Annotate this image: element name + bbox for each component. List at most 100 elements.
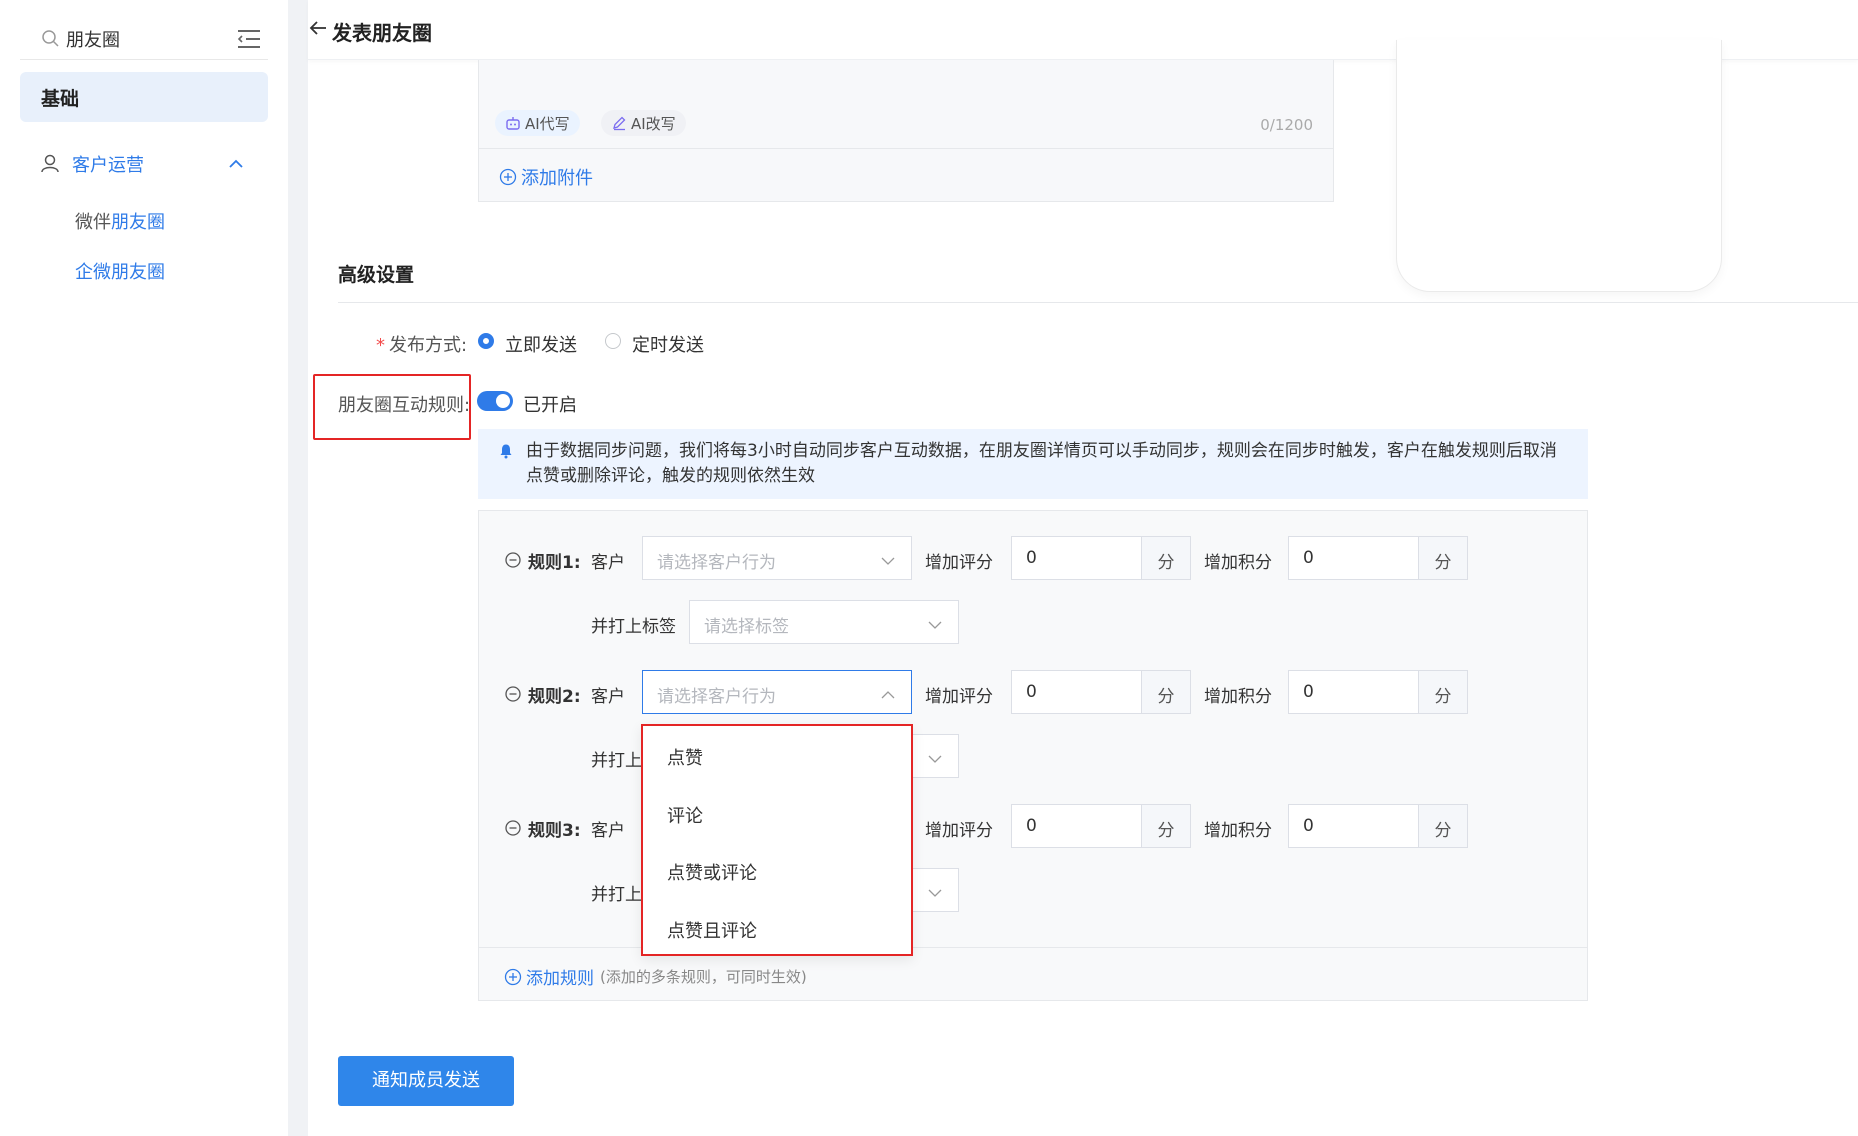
dropdown-option-like[interactable]: 点赞 <box>667 744 703 770</box>
score-value[interactable]: 0 <box>1012 537 1142 579</box>
nav-basic[interactable]: 基础 <box>20 72 268 122</box>
rule-3-tag-label: 并打上 <box>591 885 642 905</box>
plus-circle-icon <box>504 968 522 985</box>
radio-scheduled[interactable] <box>605 333 621 349</box>
sidebar-divider <box>288 0 308 1136</box>
behavior-placeholder: 请选择客户行为 <box>657 553 776 573</box>
rule-2-customer-word: 客户 <box>591 687 625 707</box>
add-rule-label: 添加规则 <box>526 969 594 989</box>
publish-mode-text: 发布方式: <box>389 335 468 356</box>
add-rule-hint: (添加的多条规则，可同时生效) <box>600 968 807 986</box>
dropdown-option-like-or-comment[interactable]: 点赞或评论 <box>667 859 757 885</box>
nav-item-highlight: 朋友圈 <box>111 212 165 233</box>
menu-collapse-icon[interactable] <box>236 27 262 51</box>
rule-2-title: 规则2: <box>528 687 581 707</box>
toggle-status: 已开启 <box>523 395 577 416</box>
editor-divider <box>479 148 1333 149</box>
remove-rule-3-icon[interactable] <box>505 820 521 836</box>
points-value[interactable]: 0 <box>1289 537 1419 579</box>
score-value[interactable]: 0 <box>1012 671 1142 713</box>
phone-preview <box>1396 40 1722 292</box>
required-mark: * <box>376 335 385 356</box>
notify-members-send-button[interactable]: 通知成员发送 <box>338 1056 514 1106</box>
rule-1-score-input[interactable]: 0分 <box>1011 536 1191 580</box>
rule-3-score-input[interactable]: 0分 <box>1011 804 1191 848</box>
interaction-rules-toggle[interactable] <box>477 391 513 411</box>
section-divider <box>338 302 1858 303</box>
toggle-knob <box>496 394 510 408</box>
points-value[interactable]: 0 <box>1289 805 1419 847</box>
chevron-down-icon <box>881 553 895 567</box>
user-icon <box>40 153 62 175</box>
rule-1-tag-label: 并打上标签 <box>591 617 676 637</box>
nav-item-prefix: 微伴 <box>75 212 111 233</box>
rule-2-score-input[interactable]: 0分 <box>1011 670 1191 714</box>
interaction-rules-label: 朋友圈互动规则: <box>338 395 471 416</box>
rule-1-score-label: 增加评分 <box>925 553 993 573</box>
chevron-down-icon <box>928 885 942 899</box>
rule-2-behavior-select[interactable]: 请选择客户行为 <box>642 670 912 714</box>
rule-1-customer-word: 客户 <box>591 553 625 573</box>
rule-2-points-input[interactable]: 0分 <box>1288 670 1468 714</box>
dropdown-option-like-and-comment[interactable]: 点赞且评论 <box>667 917 757 943</box>
ai-rewrite-label: AI改写 <box>631 114 676 133</box>
rule-2-points-label: 增加积分 <box>1204 687 1272 707</box>
chevron-up-icon[interactable] <box>226 154 246 174</box>
points-value[interactable]: 0 <box>1289 671 1419 713</box>
rule-2-score-label: 增加评分 <box>925 687 993 707</box>
score-unit: 分 <box>1142 671 1190 713</box>
add-attachment-button[interactable]: 添加附件 <box>499 164 593 190</box>
chevron-up-icon <box>881 687 895 701</box>
rule-1-points-label: 增加积分 <box>1204 553 1272 573</box>
score-unit: 分 <box>1142 805 1190 847</box>
remove-rule-2-icon[interactable] <box>505 686 521 702</box>
add-rule-button[interactable]: 添加规则 (添加的多条规则，可同时生效) <box>504 964 807 989</box>
nav-group-label: 客户运营 <box>72 155 144 176</box>
rule-1-behavior-select[interactable]: 请选择客户行为 <box>642 536 912 580</box>
nav-group-customer-ops[interactable]: 客户运营 <box>20 144 268 184</box>
add-attachment-label: 添加附件 <box>521 168 593 189</box>
points-unit: 分 <box>1419 537 1467 579</box>
search-box[interactable]: 朋友圈 <box>20 18 268 60</box>
search-icon <box>40 28 62 50</box>
score-value[interactable]: 0 <box>1012 805 1142 847</box>
chevron-down-icon <box>928 617 942 631</box>
radio-scheduled-label[interactable]: 定时发送 <box>632 331 704 357</box>
edit-icon <box>613 116 626 131</box>
ai-write-button[interactable]: AI代写 <box>495 110 580 136</box>
rule-1-points-input[interactable]: 0分 <box>1288 536 1468 580</box>
radio-immediate[interactable] <box>478 333 494 349</box>
radio-immediate-label[interactable]: 立即发送 <box>505 331 577 357</box>
behavior-placeholder: 请选择客户行为 <box>657 687 776 707</box>
remove-rule-1-icon[interactable] <box>505 552 521 568</box>
robot-icon <box>506 117 520 130</box>
plus-circle-icon <box>499 168 517 186</box>
nav-item-weiban-moments[interactable]: 微伴朋友圈 <box>75 208 165 234</box>
ai-write-label: AI代写 <box>525 114 570 133</box>
back-arrow-icon[interactable] <box>308 18 328 38</box>
points-unit: 分 <box>1419 671 1467 713</box>
ai-rewrite-button[interactable]: AI改写 <box>601 110 686 136</box>
notice-text: 由于数据同步问题，我们将每3小时自动同步客户互动数据，在朋友圈详情页可以手动同步… <box>526 441 1557 486</box>
tag-placeholder: 请选择标签 <box>704 617 789 637</box>
sync-notice: 由于数据同步问题，我们将每3小时自动同步客户互动数据，在朋友圈详情页可以手动同步… <box>478 429 1588 499</box>
char-counter: 0/1200 <box>1260 116 1313 134</box>
behavior-dropdown-menu: 点赞 评论 点赞或评论 点赞且评论 <box>641 724 913 956</box>
points-unit: 分 <box>1419 805 1467 847</box>
bell-icon <box>498 442 514 459</box>
rule-3-customer-word: 客户 <box>591 821 625 841</box>
sidebar: 朋友圈 基础 客户运营 微伴朋友圈 企微朋友圈 <box>0 0 288 1136</box>
publish-mode-label: * 发布方式: <box>376 331 467 357</box>
dropdown-option-comment[interactable]: 评论 <box>667 802 703 828</box>
content-editor[interactable]: AI代写 AI改写 0/1200 添加附件 <box>478 60 1334 202</box>
rule-3-points-input[interactable]: 0分 <box>1288 804 1468 848</box>
page-title: 发表朋友圈 <box>332 21 432 45</box>
rule-2-tag-label: 并打上 <box>591 751 642 771</box>
search-input[interactable]: 朋友圈 <box>66 26 120 52</box>
rule-3-score-label: 增加评分 <box>925 821 993 841</box>
nav-item-wecom-moments[interactable]: 企微朋友圈 <box>75 258 165 284</box>
rule-1-tag-select[interactable]: 请选择标签 <box>689 600 959 644</box>
chevron-down-icon <box>928 751 942 765</box>
score-unit: 分 <box>1142 537 1190 579</box>
rule-3-title: 规则3: <box>528 821 581 841</box>
